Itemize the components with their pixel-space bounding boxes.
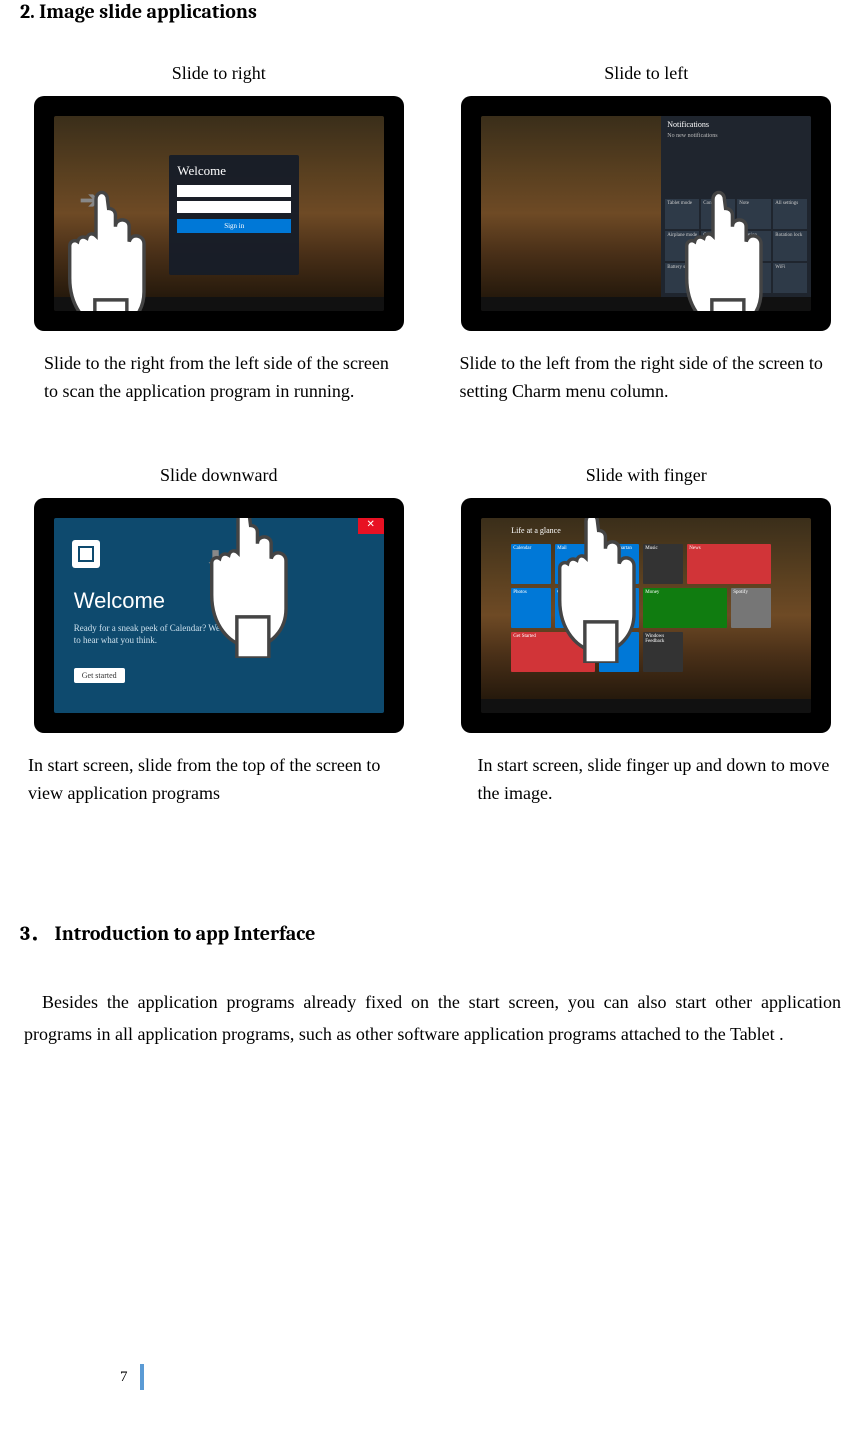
qa-tile: All settings: [773, 199, 807, 229]
notification-subtext: No new notifications: [661, 133, 811, 145]
section-3-body: Besides the application programs already…: [20, 986, 845, 1050]
arrow-updown-icon: ⬆⬇: [570, 553, 590, 631]
page-number: 7: [120, 1369, 128, 1386]
tile-grid: Calendar Mail Project Spartan Music News…: [511, 544, 771, 672]
slide-down-title: Slide downward: [20, 465, 418, 486]
slide-finger-desc: In start screen, slide finger up and dow…: [448, 751, 846, 807]
qa-tile: Tablet mode: [665, 199, 699, 229]
qa-tile: Airplane mode: [665, 231, 699, 261]
taskbar: [481, 297, 811, 311]
tablet-slide-down: ✕ Welcome Ready for a sneak peek of Cale…: [34, 498, 404, 733]
notification-panel: Notifications No new notifications Table…: [661, 116, 811, 297]
welcome-text: Ready for a sneak peek of Calendar? We'r…: [74, 622, 254, 646]
slide-down-desc: In start screen, slide from the top of t…: [20, 751, 418, 807]
page-footer: 7: [120, 1364, 144, 1390]
qa-tile: Battery saver: [665, 263, 699, 293]
hand-icon: [54, 181, 164, 311]
login-signin-button: Sign in: [177, 219, 291, 233]
qa-tile: VPN: [737, 263, 771, 293]
tile-group-header: Life at a glance: [511, 526, 561, 535]
get-started-button: Get started: [74, 668, 125, 683]
quick-actions: Tablet mode Connect Note All settings Ai…: [665, 199, 807, 293]
slide-down-col: Slide downward ✕ Welcome Ready for a sne…: [20, 465, 418, 807]
start-tile: Money: [643, 588, 727, 628]
notification-header: Notifications: [661, 116, 811, 133]
section-3-heading: 3． Introduction to app Interface: [20, 917, 845, 946]
close-icon: ✕: [358, 518, 384, 534]
qa-tile: WiFi: [773, 263, 807, 293]
qa-tile: Location: [737, 231, 771, 261]
slide-right-desc: Slide to the right from the left side of…: [20, 349, 418, 405]
taskbar: [481, 699, 811, 713]
qa-tile: Quiet hours: [701, 231, 735, 261]
qa-tile: Rotation lock: [773, 231, 807, 261]
slide-left-title: Slide to left: [448, 63, 846, 84]
tablet-slide-left: Notifications No new notifications Table…: [461, 96, 831, 331]
qa-tile: Note: [737, 199, 771, 229]
slide-left-desc: Slide to the left from the right side of…: [448, 349, 846, 405]
start-tile: Spotify: [731, 588, 771, 628]
taskbar: [54, 297, 384, 311]
qa-tile: Bluetooth: [701, 263, 735, 293]
login-box: Welcome Sign in: [169, 155, 299, 275]
section-2-heading: 2. Image slide applications: [20, 0, 845, 23]
arrow-down-icon: ⬇: [206, 546, 226, 575]
slide-finger-title: Slide with finger: [448, 465, 846, 486]
start-tile: Get Started: [511, 632, 595, 672]
tablet-slide-right: Welcome Sign in ➔: [34, 96, 404, 331]
start-tile: Photos: [511, 588, 551, 628]
login-welcome-text: Welcome: [177, 163, 291, 179]
arrow-right-icon: ➔: [80, 186, 100, 215]
welcome-title: Welcome: [74, 588, 165, 614]
start-tile: News: [687, 544, 771, 584]
slide-left-col: Slide to left Notifications No new notif…: [448, 63, 846, 405]
footer-accent-bar: [140, 1364, 144, 1390]
slide-right-title: Slide to right: [20, 63, 418, 84]
start-tile: Music: [643, 544, 683, 584]
login-field: [177, 185, 291, 197]
start-tile: Project Spartan: [599, 544, 639, 584]
qa-tile: Connect: [701, 199, 735, 229]
tablet-slide-finger: Life at a glance Calendar Mail Project S…: [461, 498, 831, 733]
slide-finger-col: Slide with finger Life at a glance Calen…: [448, 465, 846, 807]
calendar-icon: [72, 540, 100, 568]
start-tile: Windows Feedback: [643, 632, 683, 672]
start-tile: Insider Hub: [599, 632, 639, 672]
login-field: [177, 201, 291, 213]
start-tile: Search: [599, 588, 639, 628]
start-tile: Calendar: [511, 544, 551, 584]
slide-right-col: Slide to right Welcome Sign in ➔ Slide t…: [20, 63, 418, 405]
